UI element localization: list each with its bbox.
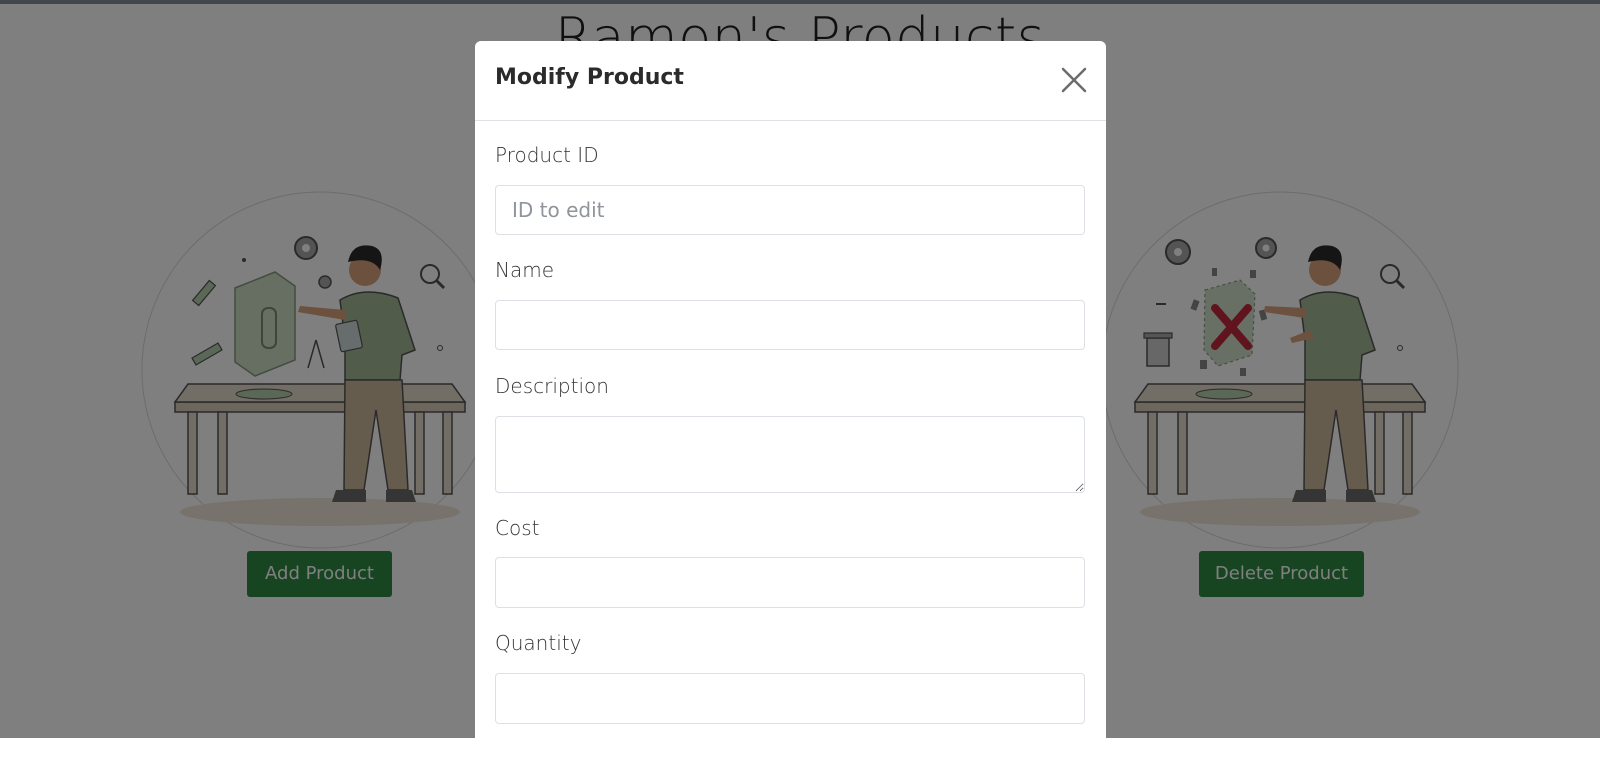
quantity-input[interactable] [495,673,1085,724]
modify-product-modal: Modify Product Product ID Name Descripti… [475,41,1106,761]
modal-header: Modify Product [475,41,1106,121]
name-label: Name [495,258,555,282]
product-id-input[interactable] [495,185,1085,235]
browser-top-bar [0,0,1600,4]
product-id-label: Product ID [495,143,599,167]
quantity-label: Quantity [495,631,582,655]
description-textarea[interactable] [495,416,1085,493]
description-label: Description [495,374,609,398]
cost-label: Cost [495,516,540,540]
name-input[interactable] [495,300,1085,350]
close-icon [1061,67,1087,93]
cost-input[interactable] [495,557,1085,608]
close-button[interactable] [1059,65,1089,95]
modal-title: Modify Product [495,65,684,90]
